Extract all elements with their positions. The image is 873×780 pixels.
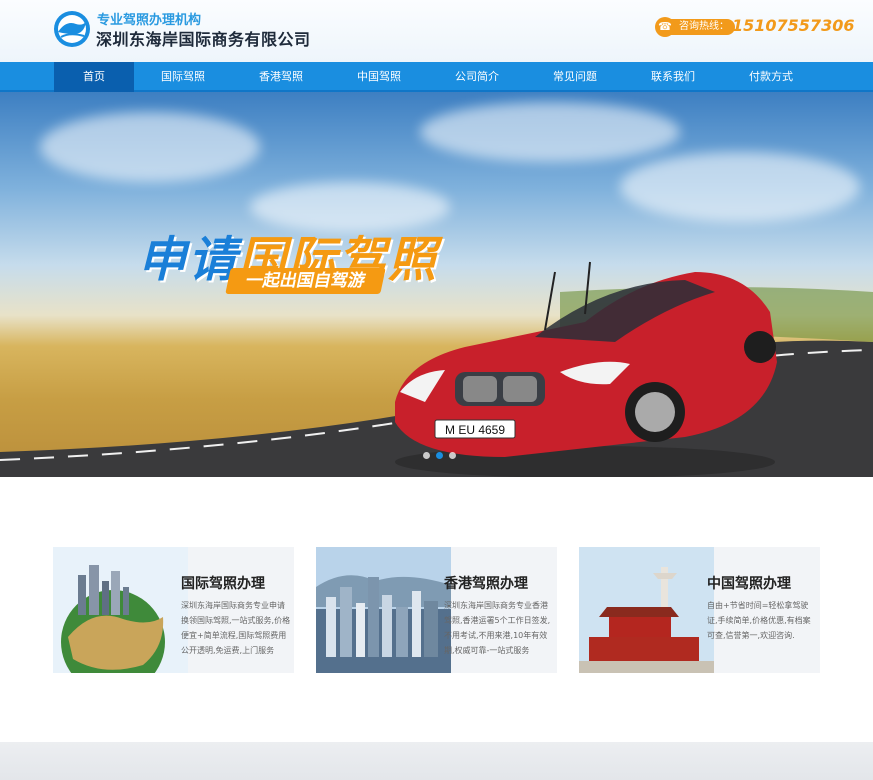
nav-item-home[interactable]: 首页 <box>54 62 134 92</box>
carousel-dot[interactable] <box>423 452 430 459</box>
carousel-dot[interactable] <box>449 452 456 459</box>
license-plate: M EU 4659 <box>445 423 505 437</box>
banner-subline: 一起出国自驾游 <box>225 268 386 294</box>
card-cn-license[interactable]: 中国驾照办理 自由+节省时间=轻松拿驾驶证,手续简单,价格优惠,有档案可查,信誉… <box>579 547 820 673</box>
nav-item-hk-license[interactable]: 香港驾照 <box>232 62 330 92</box>
hong-kong-skyline-image <box>316 547 451 673</box>
card-desc: 自由+节省时间=轻松拿驾驶证,手续简单,价格优惠,有档案可查,信誉第一,欢迎咨询… <box>707 601 811 640</box>
headline-blue: 申请 <box>138 232 239 288</box>
nav-item-intl-license[interactable]: 国际驾照 <box>134 62 232 92</box>
service-cards: 国际驾照办理 深圳东海岸国际商务专业申请换领国际驾照,一站式服务,价格便宜+简单… <box>53 547 820 673</box>
card-intl-license[interactable]: 国际驾照办理 深圳东海岸国际商务专业申请换领国际驾照,一站式服务,价格便宜+简单… <box>53 547 294 673</box>
main-nav: 首页 国际驾照 香港驾照 中国驾照 公司简介 常见问题 联系我们 付款方式 <box>0 62 873 92</box>
site-logo[interactable]: 专业驾照办理机构 深圳东海岸国际商务有限公司 <box>52 7 322 51</box>
footer-strip <box>0 742 873 780</box>
nav-item-faq[interactable]: 常见问题 <box>526 62 624 92</box>
carousel-dot-active[interactable] <box>436 452 443 459</box>
card-title: 国际驾照办理 <box>181 576 265 592</box>
hotline-label: 咨询热线： <box>671 19 735 35</box>
hotline: 咨询热线： ☎ 15107557306 <box>655 16 854 42</box>
nav-item-about[interactable]: 公司简介 <box>428 62 526 92</box>
red-car-image: M EU 4659 <box>395 261 777 477</box>
globe-city-image <box>53 547 188 673</box>
card-desc: 深圳东海岸国际商务专业香港驾照,香港运署5个工作日签发,不用考试,不用来港,10… <box>444 601 551 655</box>
card-hk-license[interactable]: 香港驾照办理 深圳东海岸国际商务专业香港驾照,香港运署5个工作日签发,不用考试,… <box>316 547 557 673</box>
wave-logo-icon <box>54 11 90 47</box>
hotline-number[interactable]: 15107557306 <box>732 16 854 35</box>
card-desc: 深圳东海岸国际商务专业申请换领国际驾照,一站式服务,价格便宜+简单流程,国际驾照… <box>181 601 291 655</box>
hero-banner: M EU 4659 申请国际驾照 一起出国自驾游 <box>0 92 873 477</box>
tiananmen-image <box>579 547 714 673</box>
nav-item-contact[interactable]: 联系我们 <box>624 62 722 92</box>
company-name: 深圳东海岸国际商务有限公司 <box>96 30 311 49</box>
card-title: 中国驾照办理 <box>707 576 791 592</box>
card-title: 香港驾照办理 <box>444 576 528 592</box>
nav-item-cn-license[interactable]: 中国驾照 <box>330 62 428 92</box>
nav-item-payment[interactable]: 付款方式 <box>722 62 820 92</box>
phone-icon: ☎ <box>655 17 675 37</box>
carousel-indicators <box>423 452 456 459</box>
site-header: 专业驾照办理机构 深圳东海岸国际商务有限公司 咨询热线： ☎ 151075573… <box>0 0 873 62</box>
